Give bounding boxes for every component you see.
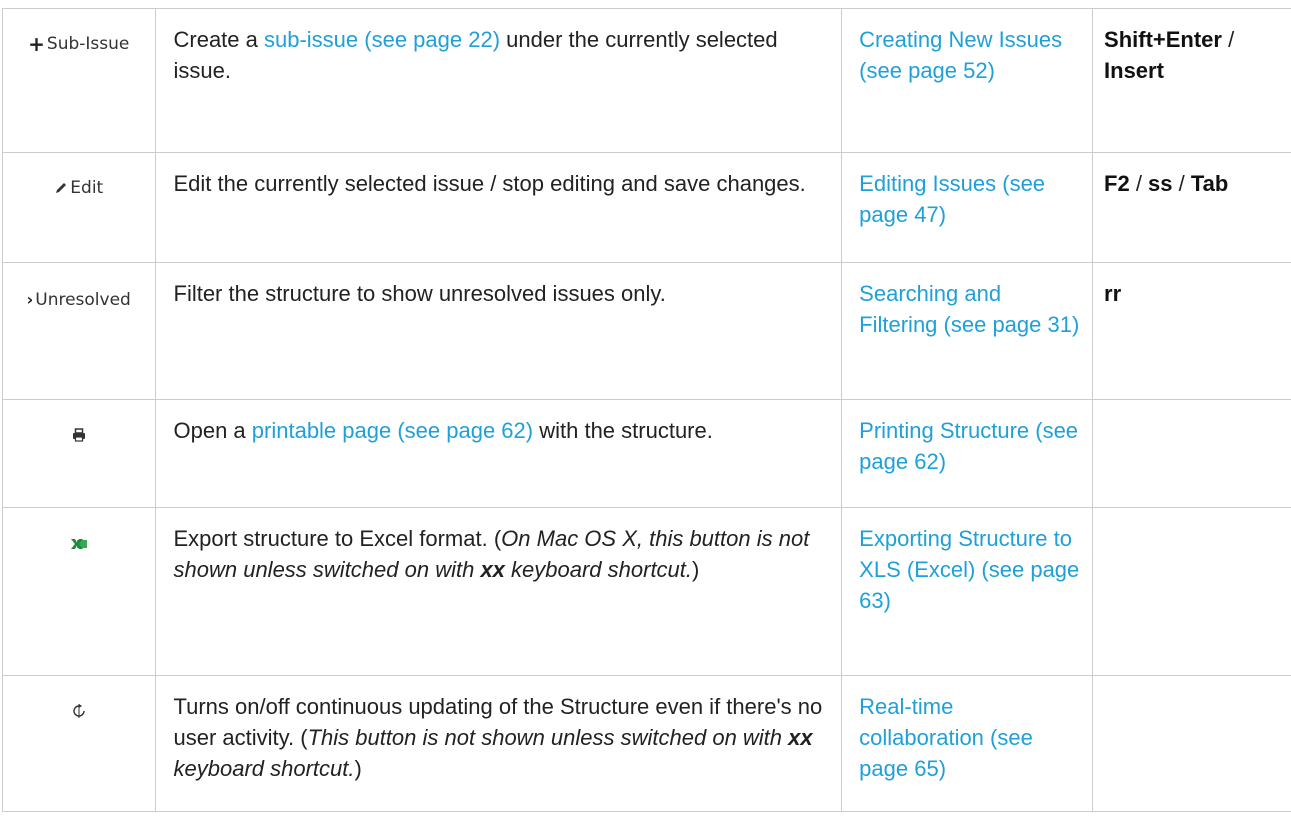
shortcut-cell bbox=[1092, 399, 1291, 508]
icon-cell bbox=[2, 675, 156, 812]
plus-icon: + bbox=[28, 32, 45, 56]
sub-issue-button[interactable]: + Sub-Issue bbox=[28, 34, 129, 54]
toolbar-reference-table: + Sub-Issue Create a sub-issue (see page… bbox=[2, 8, 1291, 812]
real-time-collaboration-link[interactable]: Real-time collaboration (see page 65) bbox=[859, 694, 1033, 781]
auto-refresh-toggle[interactable] bbox=[72, 704, 86, 718]
description-cell: Turns on/off continuous updating of the … bbox=[154, 675, 843, 812]
shortcut-cell: F2 / ss / Tab bbox=[1092, 152, 1291, 263]
table-row: › Unresolved Filter the structure to sho… bbox=[2, 262, 1291, 400]
icon-cell bbox=[2, 399, 156, 508]
pencil-icon bbox=[56, 183, 67, 193]
unresolved-filter-button[interactable]: › Unresolved bbox=[27, 290, 131, 310]
description-cell: Edit the currently selected issue / stop… bbox=[154, 152, 843, 263]
reference-cell: Editing Issues (see page 47) bbox=[841, 152, 1094, 263]
icon-cell: › Unresolved bbox=[2, 262, 156, 400]
editing-issues-link[interactable]: Editing Issues (see page 47) bbox=[859, 171, 1045, 227]
icon-cell: Edit bbox=[2, 152, 156, 263]
sub-issue-link[interactable]: sub-issue (see page 22) bbox=[264, 27, 500, 52]
icon-cell bbox=[2, 507, 156, 676]
reference-cell: Exporting Structure to XLS (Excel) (see … bbox=[841, 507, 1094, 676]
description-cell: Open a printable page (see page 62) with… bbox=[154, 399, 843, 508]
searching-filtering-link[interactable]: Searching and Filtering (see page 31) bbox=[859, 281, 1079, 337]
shortcut-cell bbox=[1092, 675, 1291, 812]
table-row: Edit Edit the currently selected issue /… bbox=[2, 152, 1291, 263]
exporting-xls-link[interactable]: Exporting Structure to XLS (Excel) (see … bbox=[859, 526, 1079, 613]
shortcut-cell: rr bbox=[1092, 262, 1291, 400]
printing-structure-link[interactable]: Printing Structure (see page 62) bbox=[859, 418, 1078, 474]
table-row: Open a printable page (see page 62) with… bbox=[2, 399, 1291, 508]
shortcut-cell: Shift+Enter / Insert bbox=[1092, 8, 1291, 153]
reference-cell: Printing Structure (see page 62) bbox=[841, 399, 1094, 508]
printable-page-link[interactable]: printable page (see page 62) bbox=[252, 418, 533, 443]
description-cell: Create a sub-issue (see page 22) under t… bbox=[154, 8, 843, 153]
description-cell: Filter the structure to show unresolved … bbox=[154, 262, 843, 400]
edit-button[interactable]: Edit bbox=[54, 178, 103, 198]
creating-new-issues-link[interactable]: Creating New Issues (see page 52) bbox=[859, 27, 1062, 83]
icon-cell: + Sub-Issue bbox=[2, 8, 156, 153]
reference-cell: Creating New Issues (see page 52) bbox=[841, 8, 1094, 153]
excel-icon bbox=[70, 539, 87, 549]
table-row: + Sub-Issue Create a sub-issue (see page… bbox=[2, 8, 1291, 153]
export-excel-button[interactable] bbox=[70, 538, 87, 550]
printer-icon bbox=[72, 428, 85, 442]
print-button[interactable] bbox=[72, 428, 86, 442]
shortcut-cell bbox=[1092, 507, 1291, 676]
table-row: Turns on/off continuous updating of the … bbox=[2, 675, 1291, 812]
chevron-right-icon: › bbox=[26, 290, 34, 309]
reference-cell: Searching and Filtering (see page 31) bbox=[841, 262, 1094, 400]
reference-cell: Real-time collaboration (see page 65) bbox=[841, 675, 1094, 812]
description-cell: Export structure to Excel format. (On Ma… bbox=[154, 507, 843, 676]
refresh-toggle-icon bbox=[73, 704, 85, 718]
table-row: Export structure to Excel format. (On Ma… bbox=[2, 507, 1291, 676]
